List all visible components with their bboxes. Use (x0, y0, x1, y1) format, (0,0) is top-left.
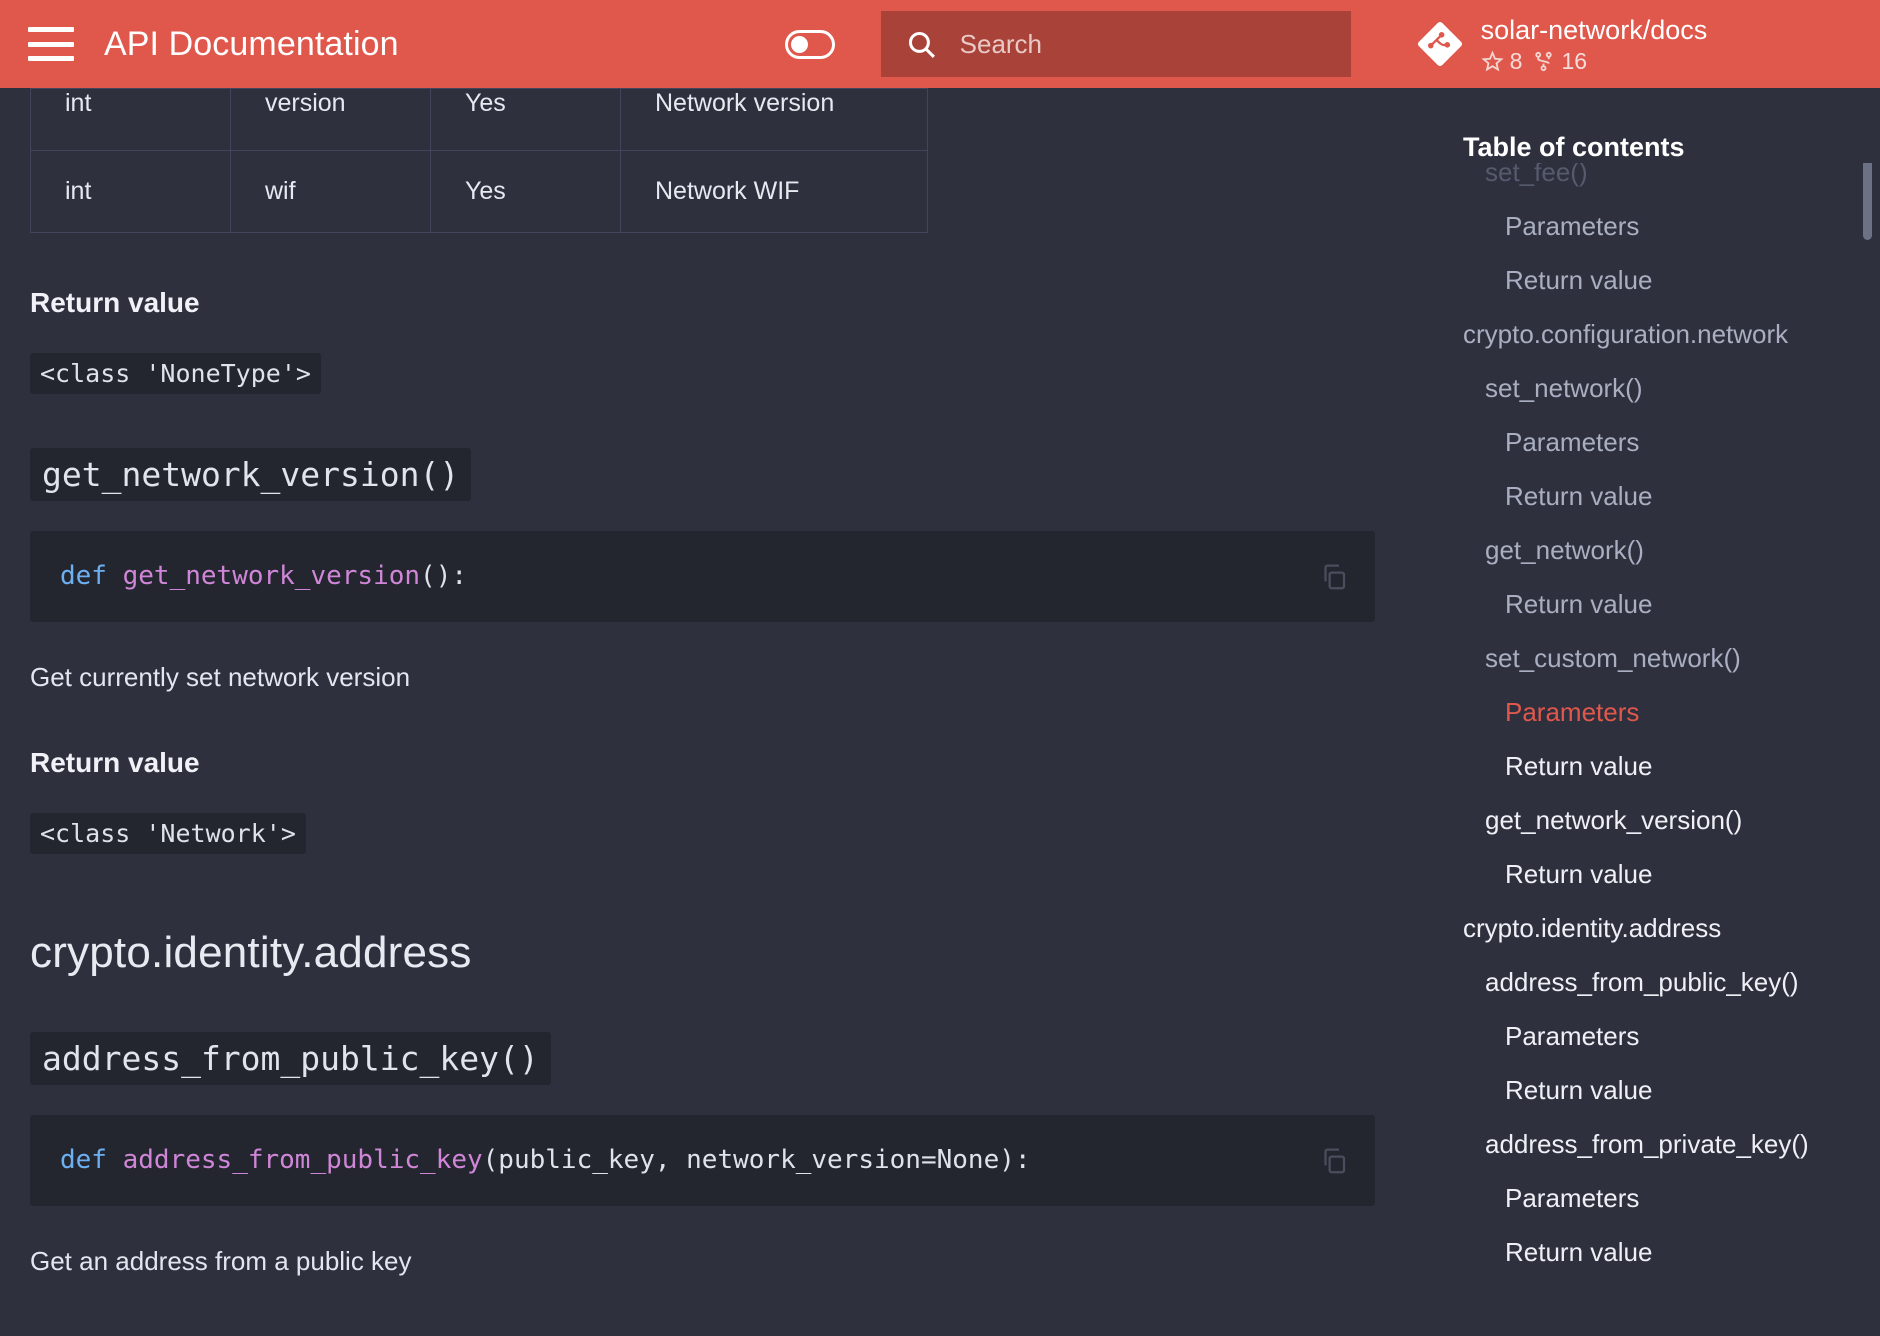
toc-item[interactable]: set_custom_network() (1405, 631, 1880, 685)
function-description: Get currently set network version (30, 662, 411, 693)
toc-item-label: address_from_public_key() (1485, 967, 1799, 997)
cell-type: int (30, 88, 231, 151)
code-block-address-from-public-key: def address_from_public_key(public_key, … (30, 1115, 1375, 1207)
cell-required: Yes (430, 150, 621, 233)
toc-item[interactable]: crypto.identity.address (1405, 901, 1880, 955)
toc-item[interactable]: address_from_private_key() (1405, 1117, 1880, 1171)
toc-item[interactable]: get_network() (1405, 523, 1880, 577)
toc-item-label: Parameters (1505, 211, 1640, 241)
main-content: int version Yes Network version int wif … (0, 88, 1405, 1336)
git-repo-icon (1417, 21, 1463, 67)
table-of-contents: Table of contents set_fee() Parameters Ret… (1405, 88, 1880, 1336)
function-description-2: Get an address from a public key (30, 1246, 412, 1277)
toc-item[interactable]: Return value (1405, 739, 1880, 793)
toc-item-label: get_network() (1485, 535, 1644, 565)
toc-list: set_fee() Parameters Return value crypto.co… (1405, 145, 1880, 1279)
toc-item[interactable]: Parameters (1405, 199, 1880, 253)
star-count: 8 (1509, 47, 1523, 74)
toc-item-label: Return value (1505, 589, 1653, 619)
function-heading-get-network-version: get_network_version() (30, 448, 472, 501)
toc-item[interactable]: Return value (1405, 1225, 1880, 1279)
copy-icon[interactable] (1319, 562, 1349, 592)
search-box[interactable] (880, 11, 1351, 77)
toc-item[interactable]: crypto.configuration.network (1405, 307, 1880, 361)
toc-item-label: Return value (1505, 481, 1653, 511)
repo-link[interactable]: solar-network/docs 8 16 (1417, 14, 1708, 75)
repo-stars: 8 (1481, 47, 1523, 75)
search-icon (905, 28, 938, 61)
toc-item-label: Return value (1505, 1237, 1653, 1267)
copy-icon[interactable] (1319, 1146, 1349, 1176)
cell-name: wif (230, 150, 431, 233)
cell-required: Yes (430, 88, 621, 151)
code-signature: (): (420, 561, 468, 591)
code-signature: (public_key, network_version=None): (482, 1145, 1031, 1176)
fork-icon (1535, 51, 1553, 71)
toc-item[interactable]: address_from_public_key() (1405, 955, 1880, 1009)
toc-item[interactable]: Parameters (1405, 1171, 1880, 1225)
toc-item-label: Return value (1505, 859, 1653, 889)
toc-item[interactable]: get_network_version() (1405, 793, 1880, 847)
toc-item[interactable]: Return value (1405, 253, 1880, 307)
theme-toggle[interactable] (784, 29, 835, 59)
toc-item[interactable]: set_network() (1405, 361, 1880, 415)
return-type-code-2: <class 'Network'> (30, 813, 306, 855)
toc-item[interactable]: Parameters (1405, 1009, 1880, 1063)
code-block-get-network-version: def get_network_version(): (30, 531, 1375, 623)
table-row: int wif Yes Network WIF (30, 150, 928, 233)
toc-item-label: Return value (1505, 265, 1653, 295)
toc-item-label: Parameters (1505, 1021, 1640, 1051)
code-function-name: get_network_version (106, 561, 421, 591)
toc-item-label: Return value (1505, 751, 1653, 781)
repo-name: solar-network/docs (1480, 14, 1708, 45)
toc-item-label: Parameters (1505, 1183, 1640, 1213)
toc-item-label: Parameters (1505, 697, 1640, 727)
toc-item[interactable]: Return value (1405, 1063, 1880, 1117)
toc-item[interactable]: Return value (1405, 469, 1880, 523)
code-function-name: address_from_public_key (106, 1145, 483, 1176)
toc-item[interactable]: Return value (1405, 577, 1880, 631)
code-keyword: def (60, 1145, 107, 1176)
toc-item-label: crypto.identity.address (1463, 913, 1722, 943)
toc-item[interactable]: Parameters (1405, 415, 1880, 469)
toc-item[interactable]: Parameters (1405, 685, 1880, 739)
module-heading: crypto.identity.address (30, 928, 472, 978)
fork-count: 16 (1561, 47, 1588, 74)
return-type-code: <class 'NoneType'> (30, 353, 321, 394)
toc-scrollbar[interactable] (1863, 130, 1872, 1280)
search-input[interactable] (959, 28, 1310, 60)
toc-item[interactable]: Return value (1405, 847, 1880, 901)
return-value-heading: Return value (30, 287, 200, 318)
app-header: API Documentation Search solar-network/d… (0, 0, 1880, 88)
code-keyword: def (60, 561, 107, 591)
parameters-table: int version Yes Network version int wif … (30, 88, 928, 233)
repo-forks: 16 (1532, 48, 1587, 75)
toc-item-label: set_custom_network() (1485, 643, 1741, 673)
toc-item-label: set_network() (1485, 373, 1643, 403)
return-value-heading-2: Return value (30, 747, 200, 779)
toc-item-label: address_from_private_key() (1485, 1129, 1809, 1159)
star-icon (1481, 50, 1504, 71)
hamburger-icon[interactable] (28, 27, 74, 61)
toc-title: Table of contents (1405, 88, 1880, 163)
toc-item-label: crypto.configuration.network (1463, 319, 1789, 349)
page-title: API Documentation (104, 24, 399, 63)
function-heading-address-from-public-key: address_from_public_key() (30, 1032, 551, 1086)
toc-item-label: Parameters (1505, 427, 1640, 457)
cell-type: int (30, 150, 231, 233)
toc-item-label: get_network_version() (1485, 805, 1743, 835)
toc-item-label: Return value (1505, 1075, 1653, 1105)
cell-description: Network WIF (620, 150, 928, 233)
cell-description: Network version (620, 88, 928, 151)
cell-name: version (230, 88, 431, 151)
table-row: int version Yes Network version (30, 88, 928, 151)
